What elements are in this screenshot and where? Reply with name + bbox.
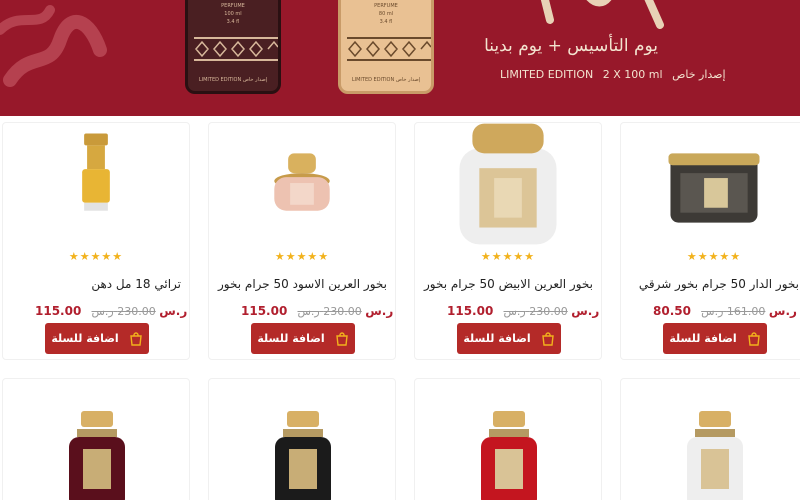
add-to-cart-label: اضافة للسلة	[463, 332, 531, 345]
product-image	[275, 411, 331, 500]
promo-banner[interactable]: PERFUME 100 ml 3.4 fl LIMITED EDITION إص…	[0, 0, 800, 116]
product-card[interactable]: ★★★★★ بخور العرين الابيض 50 جرام بخور 11…	[414, 122, 602, 360]
box-light-volume-2: 3.4 fl	[379, 19, 393, 25]
box-dark-bottom-label: LIMITED EDITION إصدار خاص	[198, 77, 268, 83]
product-name[interactable]: بخور العرين الاسود 50 جرام بخور	[213, 277, 387, 291]
product-image	[69, 411, 125, 500]
product-image	[668, 153, 760, 223]
product-name[interactable]: بخور العرين الابيض 50 جرام بخور	[419, 277, 593, 291]
price-row: 115.00 ر.س 230.00 ر.س	[447, 304, 599, 318]
box-dark-volume-2: 3.4 fl	[226, 19, 240, 25]
banner-title: يوم التأسيس + يوم بدينا	[484, 36, 658, 56]
price-row: 80.50 ر.س 161.00 ر.س	[653, 304, 797, 318]
price-row: 115.00 ر.س 230.00 ر.س	[241, 304, 393, 318]
calligraphy-logo-icon	[540, 0, 664, 29]
edition-english: LIMITED EDITION	[500, 68, 594, 81]
old-price: 161.00 ر.س	[701, 305, 766, 318]
rating-stars: ★★★★★	[480, 250, 536, 263]
perfume-box-light: PERFUME 80 ml 3.4 fl LIMITED EDITION إصد…	[338, 0, 434, 94]
shopping-bag-icon	[747, 331, 760, 346]
add-to-cart-button[interactable]: اضافة للسلة	[251, 323, 355, 354]
rating-stars: ★★★★★	[274, 250, 330, 263]
product-card[interactable]: ★★★★★ بخور العرين الاسود 50 جرام بخور 11…	[208, 122, 396, 360]
box-dark-top-label: PERFUME	[221, 3, 245, 9]
old-price: 230.00 ر.س	[91, 305, 156, 318]
rating-stars: ★★★★★	[686, 250, 742, 263]
product-name[interactable]: ترائي 18 مل دهن	[7, 277, 181, 291]
shopping-bag-icon	[129, 331, 142, 346]
banner-edition: LIMITED EDITION 2 X 100 ml إصدار خاص	[500, 68, 726, 81]
product-card[interactable]	[208, 378, 396, 500]
rating-stars: ★★★★★	[68, 250, 124, 263]
add-to-cart-button[interactable]: اضافة للسلة	[45, 323, 149, 354]
pattern-icon	[347, 37, 431, 61]
product-card[interactable]	[2, 378, 190, 500]
add-to-cart-button[interactable]: اضافة للسلة	[457, 323, 561, 354]
product-image	[459, 123, 557, 245]
shopping-bag-icon	[335, 331, 348, 346]
product-card[interactable]	[414, 378, 602, 500]
product-image	[481, 411, 537, 500]
product-card[interactable]	[620, 378, 800, 500]
decorative-calligraphy-icon	[0, 5, 107, 87]
edition-arabic: إصدار خاص	[672, 68, 726, 81]
product-name[interactable]: بخور الدار 50 جرام بخور شرقي	[625, 277, 799, 291]
product-image	[274, 153, 330, 211]
box-light-top-label: PERFUME	[374, 3, 398, 9]
edition-size: 2 X 100 ml	[602, 68, 663, 81]
old-price: 230.00 ر.س	[503, 305, 568, 318]
old-price: 230.00 ر.س	[297, 305, 362, 318]
perfume-box-dark: PERFUME 100 ml 3.4 fl LIMITED EDITION إص…	[185, 0, 281, 94]
price-row: 115.00 ر.س 230.00 ر.س	[35, 304, 187, 318]
box-light-volume: 80 ml	[378, 11, 394, 17]
shopping-bag-icon	[541, 331, 554, 346]
pattern-icon	[194, 37, 278, 61]
add-to-cart-label: اضافة للسلة	[51, 332, 119, 345]
add-to-cart-label: اضافة للسلة	[669, 332, 737, 345]
add-to-cart-label: اضافة للسلة	[257, 332, 325, 345]
product-image	[82, 133, 110, 211]
box-dark-volume: 100 ml	[224, 11, 242, 17]
add-to-cart-button[interactable]: اضافة للسلة	[663, 323, 767, 354]
box-light-bottom-label: LIMITED EDITION إصدار خاص	[351, 77, 421, 83]
product-card[interactable]: ★★★★★ بخور الدار 50 جرام بخور شرقي 80.50…	[620, 122, 800, 360]
product-image	[687, 411, 743, 500]
product-card[interactable]: ★★★★★ ترائي 18 مل دهن 115.00 ر.س 230.00 …	[2, 122, 190, 360]
